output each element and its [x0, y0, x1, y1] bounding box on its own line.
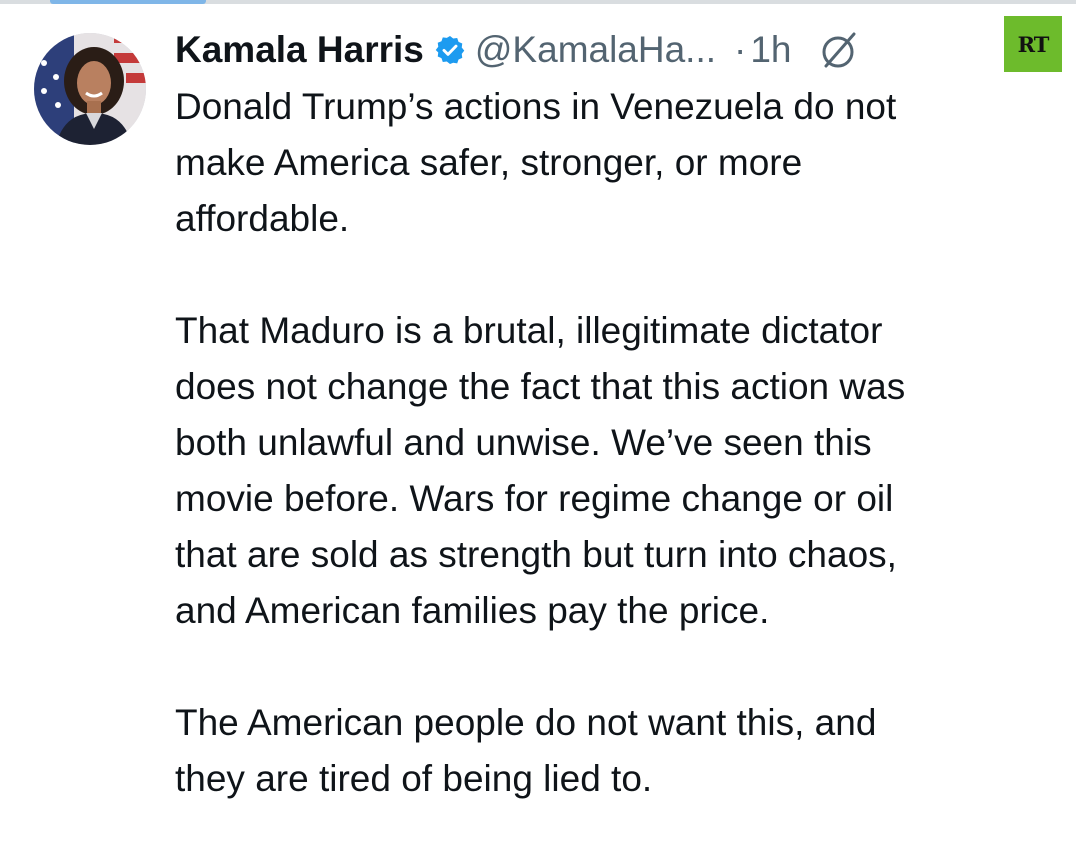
tweet-text-line: they are tired of being lied to.: [175, 758, 653, 799]
tweet-paragraph: That Maduro is a brutal, illegitimate di…: [175, 303, 1055, 639]
tweet-text-line: movie before. Wars for regime change or …: [175, 478, 894, 519]
tweet-text-line: that are sold as strength but turn into …: [175, 534, 897, 575]
grok-icon[interactable]: [818, 29, 860, 71]
tweet-text: Donald Trump’s actions in Venezuela do n…: [175, 79, 1055, 841]
verified-badge-icon: [434, 34, 466, 66]
rt-watermark-logo: RT: [1004, 16, 1062, 72]
avatar[interactable]: [34, 33, 146, 145]
tweet-text-line: The American people do not want this, an…: [175, 702, 877, 743]
tweet-screenshot: Kamala Harris @KamalaHa... · 1h RT Donal…: [0, 0, 1076, 841]
user-handle[interactable]: @KamalaHa...: [475, 29, 716, 71]
separator-dot: ·: [734, 29, 747, 70]
tweet-text-line: affordable.: [175, 198, 350, 239]
avatar-photo: [34, 33, 146, 145]
tweet-text-line: make America safer, stronger, or more: [175, 142, 803, 183]
rt-watermark-text: RT: [1017, 31, 1050, 57]
tweet-paragraph: The American people do not want this, an…: [175, 695, 1055, 807]
top-tab-indicator: [50, 0, 206, 4]
tweet-text-line: both unlawful and unwise. We’ve seen thi…: [175, 422, 872, 463]
timestamp[interactable]: 1h: [750, 29, 791, 71]
tweet-paragraph: Donald Trump’s actions in Venezuela do n…: [175, 79, 1055, 247]
tweet-text-line: That Maduro is a brutal, illegitimate di…: [175, 310, 883, 351]
tweet-text-line: does not change the fact that this actio…: [175, 366, 906, 407]
display-name[interactable]: Kamala Harris: [175, 29, 424, 71]
tweet-header: Kamala Harris @KamalaHa... · 1h: [175, 18, 860, 82]
tweet-text-line: Donald Trump’s actions in Venezuela do n…: [175, 86, 897, 127]
tweet-text-line: and American families pay the price.: [175, 590, 770, 631]
